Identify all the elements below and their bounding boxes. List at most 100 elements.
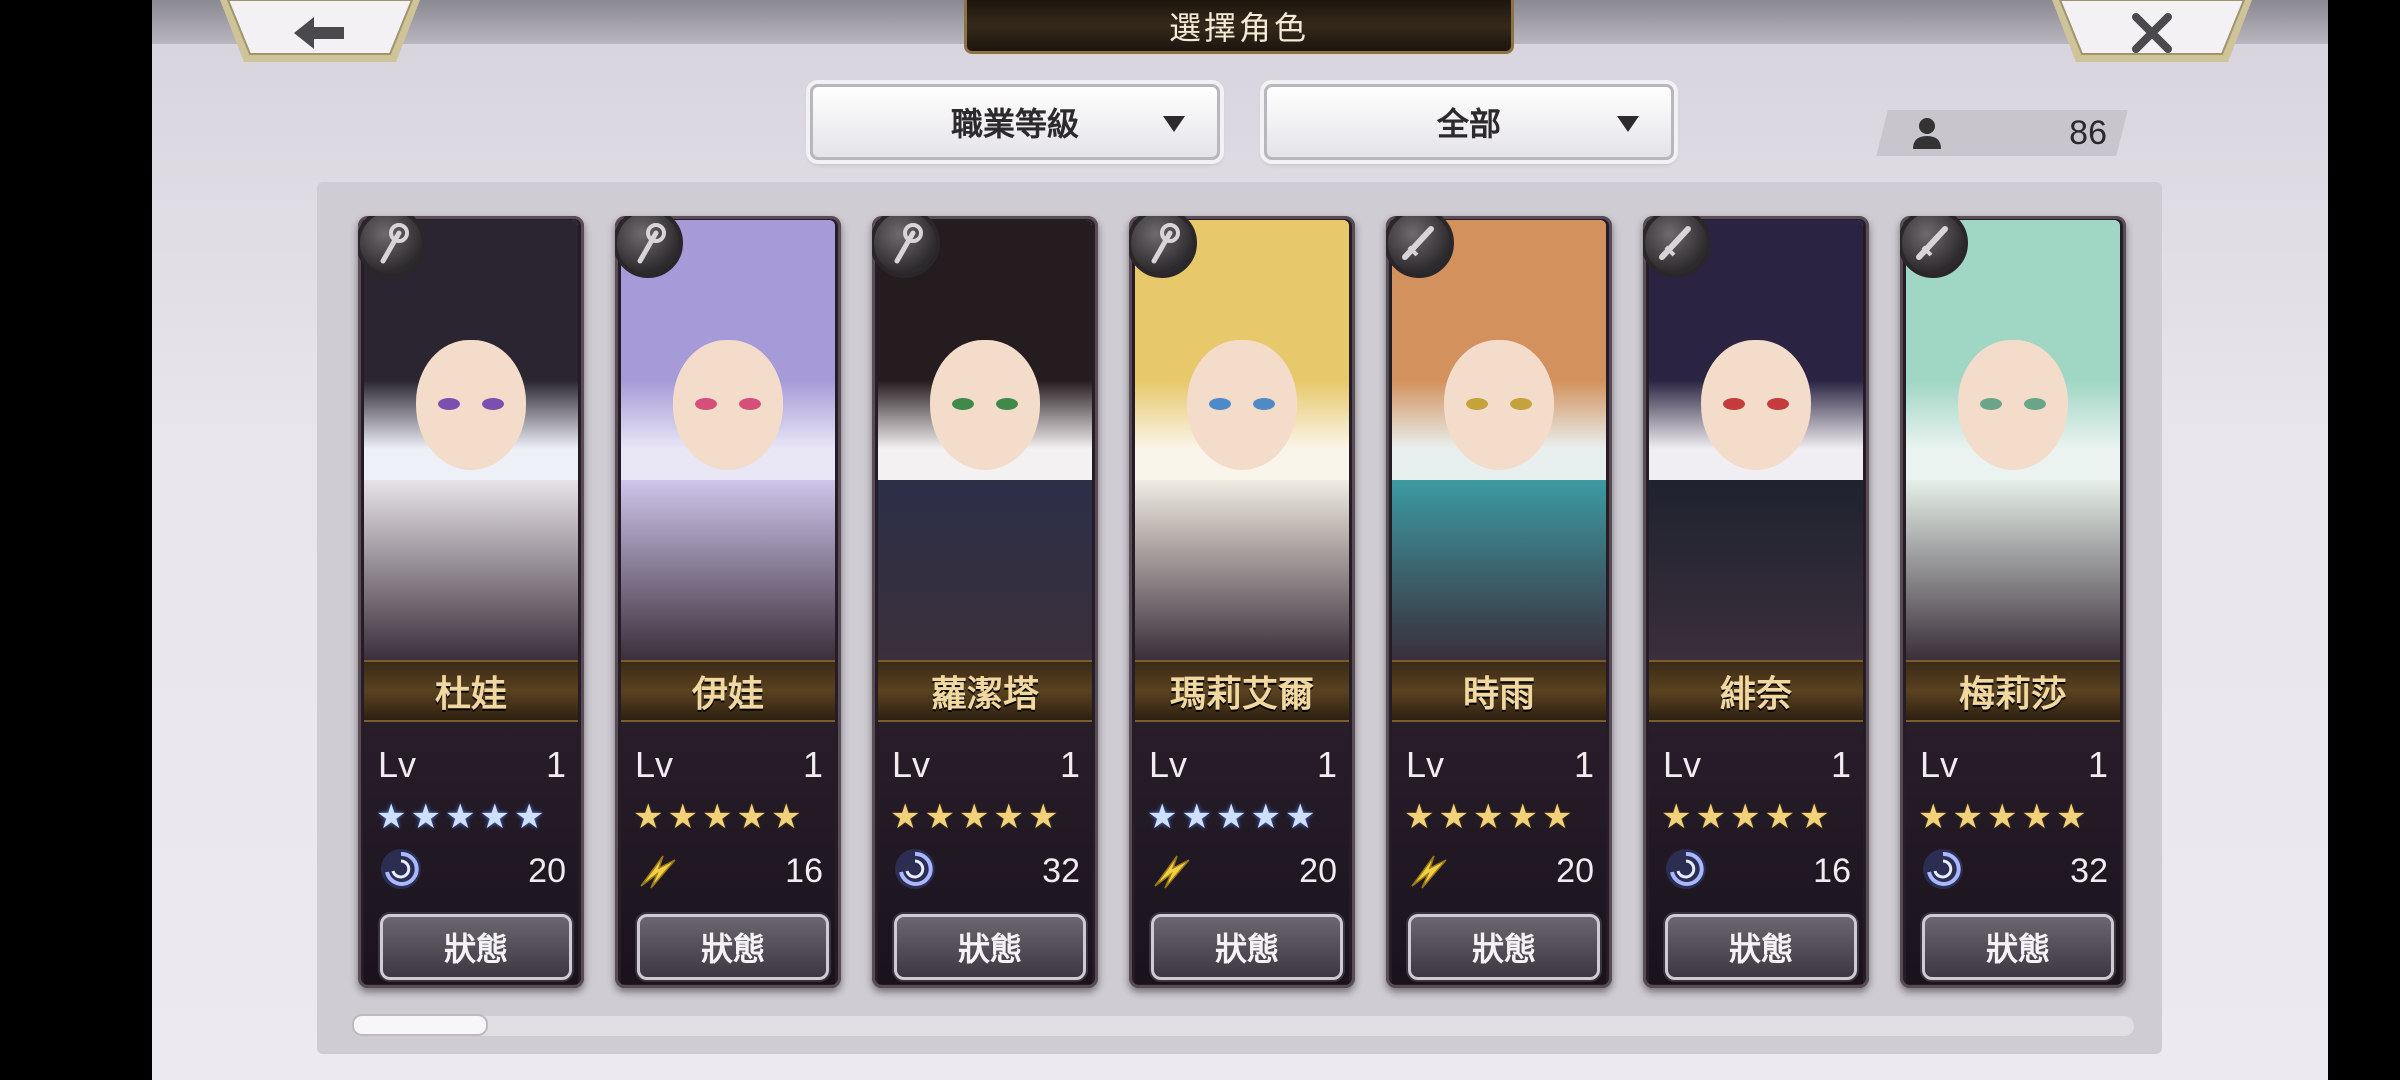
character-stats: Lv 1 ★ ★ ★ ★ ★ 16 狀態 [621, 722, 835, 984]
character-portrait [1392, 220, 1606, 660]
horizontal-scrollbar-track[interactable] [352, 1016, 2134, 1036]
level-label: Lv [635, 744, 674, 785]
lightning-element-icon [1406, 846, 1452, 896]
status-button[interactable]: 狀態 [380, 914, 572, 980]
level-value: 1 [1059, 744, 1080, 785]
category-dropdown-label: 全部 [1436, 105, 1501, 143]
person-icon [1913, 118, 1941, 149]
level-row: Lv 1 [892, 744, 1080, 786]
character-name-bar: 蘿潔塔 [878, 660, 1092, 722]
star-icon: ★ [1695, 797, 1726, 837]
character-portrait [1135, 220, 1349, 660]
star-icon: ★ [1729, 797, 1761, 837]
star-icon: ★ [1764, 797, 1795, 837]
level-row: Lv 1 [1920, 744, 2108, 786]
level-value: 1 [1316, 744, 1337, 785]
star-icon: ★ [1215, 797, 1247, 837]
star-icon: ★ [479, 797, 510, 837]
character-name-bar: 杜娃 [364, 660, 578, 722]
rarity-stars: ★ ★ ★ ★ ★ [376, 800, 544, 834]
element-value: 20 [528, 851, 566, 890]
character-stats: Lv 1 ★ ★ ★ ★ ★ 20 狀態 [364, 722, 578, 984]
wind-element-icon [1920, 846, 1966, 896]
character-portrait [1906, 220, 2120, 660]
close-x-icon [2132, 13, 2172, 53]
screen: 選擇角色 職業等級 全部 86 杜娃 Lv 1 ★ ★ ★ ★ ★ 20 狀態 … [152, 0, 2328, 1080]
star-icon: ★ [410, 797, 441, 837]
status-button-label: 狀態 [1471, 930, 1536, 968]
character-card-4[interactable]: 瑪莉艾爾 Lv 1 ★ ★ ★ ★ ★ 20 狀態 [1129, 216, 1355, 988]
star-icon: ★ [770, 797, 802, 837]
status-button[interactable]: 狀態 [637, 914, 829, 980]
character-stats: Lv 1 ★ ★ ★ ★ ★ 32 狀態 [878, 722, 1092, 984]
element-row: 20 [1406, 846, 1594, 896]
element-row: 16 [635, 846, 823, 896]
character-card-5[interactable]: 時雨 Lv 1 ★ ★ ★ ★ ★ 20 狀態 [1386, 216, 1612, 988]
level-row: Lv 1 [1406, 744, 1594, 786]
character-card-6[interactable]: 緋奈 Lv 1 ★ ★ ★ ★ ★ 16 狀態 [1643, 216, 1869, 988]
star-icon: ★ [444, 797, 476, 837]
character-count: 86 [1892, 110, 2117, 156]
category-dropdown[interactable]: 全部 [1264, 84, 1674, 160]
wind-element-icon [1663, 846, 1709, 896]
star-icon: ★ [1507, 797, 1538, 837]
level-label: Lv [892, 744, 931, 785]
character-name: 伊娃 [691, 673, 764, 715]
rarity-stars: ★ ★ ★ ★ ★ [890, 800, 1058, 834]
star-icon: ★ [1027, 797, 1059, 837]
rarity-stars: ★ ★ ★ ★ ★ [1404, 800, 1572, 834]
star-icon: ★ [1798, 797, 1830, 837]
star-icon: ★ [2021, 797, 2052, 837]
character-name: 緋奈 [1719, 673, 1792, 715]
element-row: 32 [892, 846, 1080, 896]
character-name-bar: 時雨 [1392, 660, 1606, 722]
star-icon: ★ [1250, 797, 1281, 837]
lightning-element-icon [1149, 846, 1195, 896]
status-button[interactable]: 狀態 [1922, 914, 2114, 980]
level-row: Lv 1 [1663, 744, 1851, 786]
character-name: 梅莉莎 [1958, 673, 2067, 715]
star-icon: ★ [633, 797, 664, 837]
level-value: 1 [1573, 744, 1594, 785]
character-card-7[interactable]: 梅莉莎 Lv 1 ★ ★ ★ ★ ★ 32 狀態 [1900, 216, 2126, 988]
sort-dropdown-label: 職業等級 [950, 105, 1079, 143]
element-row: 20 [378, 846, 566, 896]
character-name: 瑪莉艾爾 [1169, 673, 1314, 715]
level-label: Lv [1663, 744, 1702, 785]
back-button[interactable] [220, 0, 420, 66]
star-icon: ★ [1404, 797, 1435, 837]
rarity-stars: ★ ★ ★ ★ ★ [1661, 800, 1829, 834]
character-stats: Lv 1 ★ ★ ★ ★ ★ 20 狀態 [1135, 722, 1349, 984]
element-row: 20 [1149, 846, 1337, 896]
sort-dropdown[interactable]: 職業等級 [810, 84, 1220, 160]
horizontal-scrollbar-thumb[interactable] [352, 1014, 488, 1036]
status-button[interactable]: 狀態 [1151, 914, 1343, 980]
status-button[interactable]: 狀態 [1408, 914, 1600, 980]
star-icon: ★ [1147, 797, 1178, 837]
star-icon: ★ [1918, 797, 1949, 837]
level-label: Lv [1920, 744, 1959, 785]
status-button-label: 狀態 [1214, 930, 1279, 968]
element-value: 32 [2070, 851, 2108, 890]
star-icon: ★ [376, 797, 407, 837]
status-button[interactable]: 狀態 [894, 914, 1086, 980]
character-portrait [1649, 220, 1863, 660]
level-label: Lv [378, 744, 417, 785]
star-icon: ★ [958, 797, 990, 837]
character-card-3[interactable]: 蘿潔塔 Lv 1 ★ ★ ★ ★ ★ 32 狀態 [872, 216, 1098, 988]
character-name-bar: 伊娃 [621, 660, 835, 722]
star-icon: ★ [701, 797, 733, 837]
character-card-1[interactable]: 杜娃 Lv 1 ★ ★ ★ ★ ★ 20 狀態 [358, 216, 584, 988]
wind-element-icon [892, 846, 938, 896]
character-name: 蘿潔塔 [930, 673, 1039, 715]
star-icon: ★ [1541, 797, 1573, 837]
character-card-2[interactable]: 伊娃 Lv 1 ★ ★ ★ ★ ★ 16 狀態 [615, 216, 841, 988]
star-icon: ★ [1438, 797, 1469, 837]
element-value: 16 [785, 851, 823, 890]
rarity-stars: ★ ★ ★ ★ ★ [1147, 800, 1315, 834]
status-button-label: 狀態 [700, 930, 765, 968]
close-button[interactable] [2052, 0, 2252, 66]
star-icon: ★ [2055, 797, 2087, 837]
element-value: 20 [1299, 851, 1337, 890]
status-button[interactable]: 狀態 [1665, 914, 1857, 980]
